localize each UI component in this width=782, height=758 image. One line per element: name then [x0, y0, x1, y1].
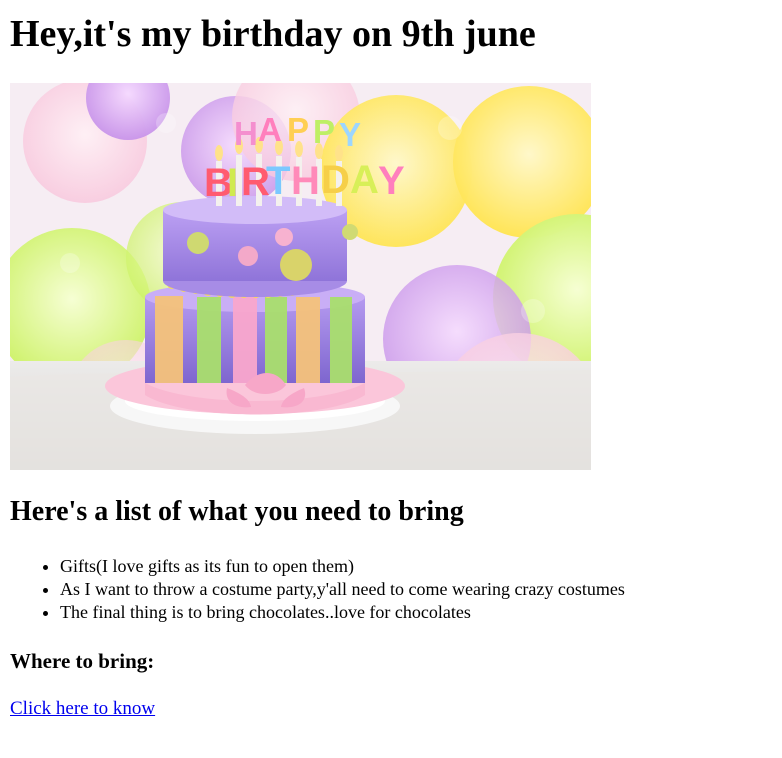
click-here-link[interactable]: Click here to know	[10, 697, 155, 721]
svg-text:P: P	[287, 111, 309, 148]
svg-text:I: I	[227, 161, 238, 205]
svg-text:T: T	[266, 159, 290, 203]
svg-text:A: A	[350, 158, 379, 202]
list-heading: Here's a list of what you need to bring	[10, 496, 464, 527]
svg-text:H: H	[234, 115, 258, 152]
svg-text:D: D	[321, 158, 350, 202]
list-item: The final thing is to bring chocolates..…	[60, 601, 625, 624]
bring-list: Gifts(I love gifts as its fun to open th…	[10, 555, 625, 624]
list-item: As I want to throw a costume party,y'all…	[60, 578, 625, 601]
birthday-cake-image: H A P P Y B I R T H D A Y	[10, 83, 591, 470]
where-heading: Where to bring:	[10, 649, 155, 673]
svg-text:Y: Y	[378, 159, 405, 203]
svg-text:Y: Y	[339, 116, 361, 153]
svg-text:P: P	[313, 113, 335, 150]
list-item: Gifts(I love gifts as its fun to open th…	[60, 555, 625, 578]
svg-text:H: H	[291, 159, 320, 203]
page-title: Hey,it's my birthday on 9th june	[10, 13, 536, 55]
svg-text:A: A	[258, 111, 282, 148]
